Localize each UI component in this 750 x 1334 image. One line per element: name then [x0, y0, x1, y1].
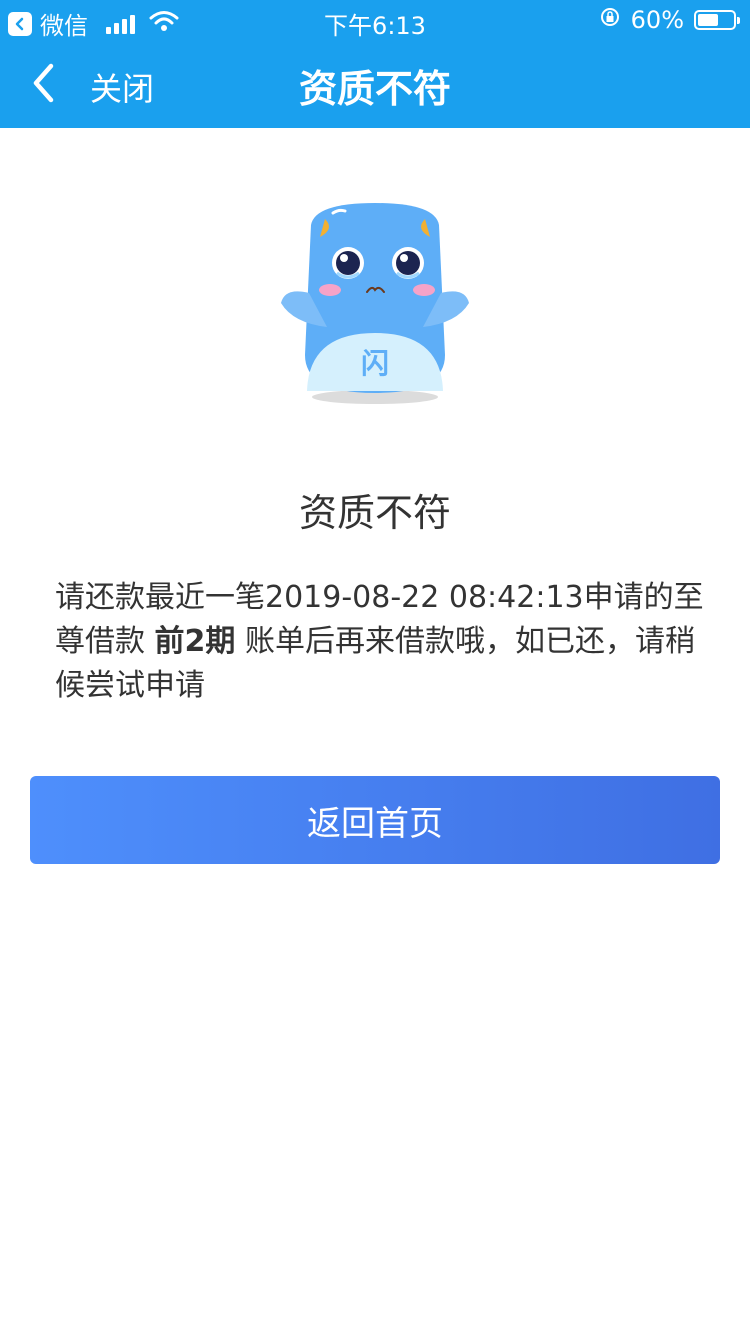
rotation-lock-icon [599, 6, 621, 34]
page-title: 资质不符 [298, 67, 451, 111]
message-highlight: 前2期 [154, 624, 236, 659]
battery-icon [694, 10, 740, 30]
mascot-badge-text: 闪 [361, 347, 389, 380]
return-home-button[interactable]: 返回首页 [30, 776, 720, 864]
header-bar: 微信 下午6:13 60% 关闭 资质不符 [0, 0, 750, 128]
result-message: 请还款最近一笔2019-08-22 08:42:13申请的至尊借款 前2期 账单… [55, 576, 705, 708]
result-title: 资质不符 [298, 491, 451, 535]
status-bar: 微信 下午6:13 60% [0, 0, 750, 40]
battery-percent: 60% [630, 6, 684, 34]
mascot-illustration: 闪 [275, 195, 475, 410]
status-bar-right: 60% [599, 6, 740, 34]
battery-fill [698, 14, 718, 26]
